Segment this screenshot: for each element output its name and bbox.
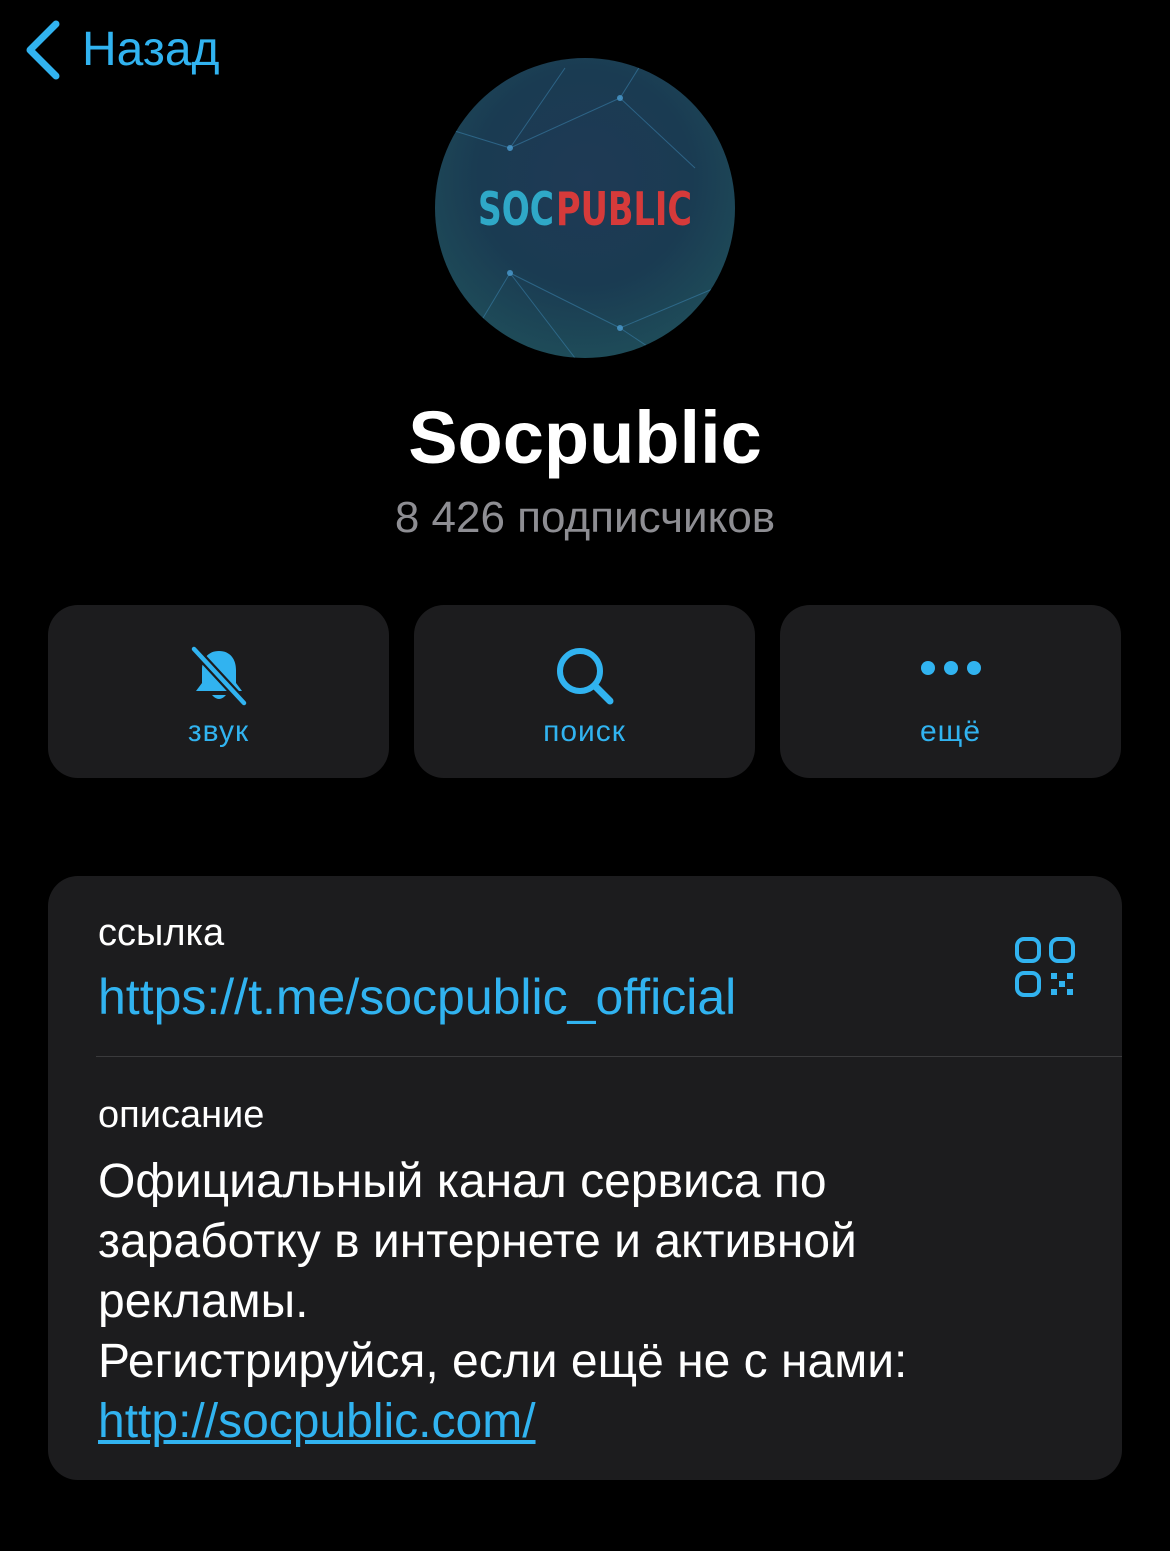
description-line: Официальный канал сервиса по xyxy=(98,1155,827,1208)
qr-code-icon[interactable] xyxy=(1014,936,1076,998)
bell-slash-icon xyxy=(189,644,248,708)
search-icon xyxy=(556,648,613,705)
website-link[interactable]: http://socpublic.com/ xyxy=(98,1392,1088,1452)
description-text: Официальный канал сервиса по заработку в… xyxy=(98,1152,1088,1452)
channel-link[interactable]: https://t.me/socpublic_official xyxy=(98,968,736,1026)
search-button[interactable]: поиск xyxy=(414,605,755,778)
description-line: Регистрируйся, если ещё не с нами: xyxy=(98,1335,908,1388)
info-card: ссылка https://t.me/socpublic_official о… xyxy=(48,876,1122,1480)
description-line: рекламы. xyxy=(98,1275,309,1328)
mute-button[interactable]: звук xyxy=(48,605,389,778)
divider xyxy=(96,1056,1122,1057)
description-line: заработку в интернете и активной xyxy=(98,1215,857,1268)
description-label: описание xyxy=(98,1094,265,1136)
more-button[interactable]: ещё xyxy=(780,605,1121,778)
avatar-logo-left: SOC xyxy=(478,182,554,236)
channel-avatar[interactable]: SOC PUBLIC xyxy=(435,58,735,358)
more-label: ещё xyxy=(919,715,982,748)
more-dots-icon xyxy=(920,661,981,675)
chevron-left-icon xyxy=(26,20,60,80)
avatar-logo-right: PUBLIC xyxy=(556,182,692,236)
action-bar: звук поиск ещё xyxy=(48,605,1122,778)
back-label: Назад xyxy=(82,23,220,76)
channel-title: Socpublic xyxy=(408,396,762,479)
back-button[interactable]: Назад xyxy=(22,18,220,82)
subscriber-count: 8 426 подписчиков xyxy=(394,493,776,542)
search-label: поиск xyxy=(543,715,626,748)
mute-label: звук xyxy=(187,715,250,748)
link-label: ссылка xyxy=(98,912,225,954)
